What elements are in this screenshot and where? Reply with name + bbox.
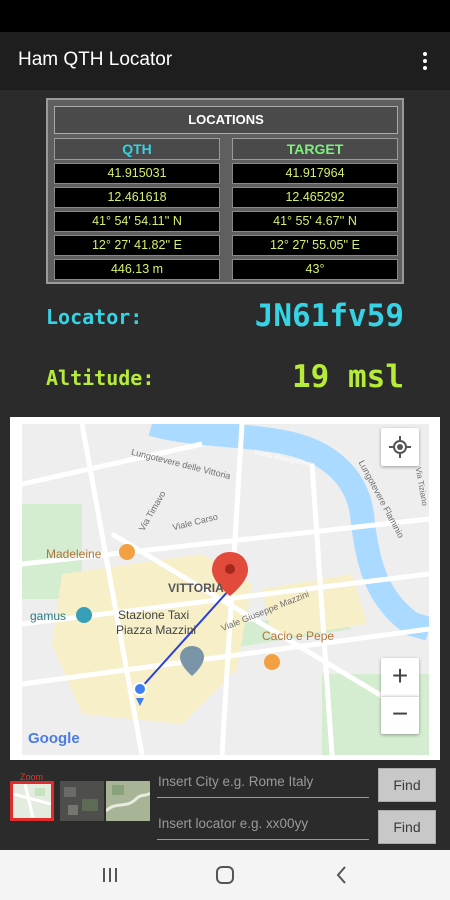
status-bar	[0, 0, 450, 32]
locations-title: LOCATIONS	[54, 106, 398, 134]
map-label-stazione-taxi: Stazione Taxi	[118, 608, 190, 622]
map-label-vittoria: VITTORIA	[168, 581, 224, 595]
qth-column: QTH 41.915031 12.461618 41° 54' 54.11'' …	[54, 138, 220, 280]
map-label-cacio-pepe: Cacio e Pepe	[262, 629, 335, 643]
locator-value: JN61fv59	[254, 298, 404, 334]
target-column: TARGET 41.917964 12.465292 41° 55' 4.67'…	[232, 138, 398, 280]
satellite-map-icon	[60, 781, 104, 821]
locator-label: Locator:	[46, 305, 143, 329]
map-type-terrain-thumbnail[interactable]	[104, 781, 152, 821]
find-locator-button[interactable]: Find	[378, 810, 436, 844]
my-location-icon	[389, 436, 411, 458]
my-location-button[interactable]	[381, 428, 419, 466]
google-logo: Google	[28, 730, 80, 747]
map-type-road-thumbnail[interactable]	[10, 781, 54, 821]
qth-latitude: 41.915031	[54, 163, 220, 184]
terrain-map-icon	[104, 781, 152, 821]
altitude-value: 19 msl	[292, 359, 404, 395]
qth-longitude: 12.461618	[54, 187, 220, 208]
zoom-in-button[interactable]: +	[381, 658, 419, 696]
app-bar: Ham QTH Locator	[0, 32, 450, 90]
map-label-madeleine: Madeleine	[46, 547, 102, 561]
qth-longitude-dms: 12° 27' 41.82'' E	[54, 235, 220, 256]
map-frame: Lungotevere delle Vittoria Lungotevere F…	[10, 417, 440, 760]
recent-apps-icon[interactable]	[96, 862, 124, 888]
altitude-label: Altitude:	[46, 366, 155, 390]
bottom-panel: Zoom Insert City e.g. Rome Italy Insert …	[0, 768, 450, 850]
app-title: Ham QTH Locator	[18, 49, 173, 70]
map-label-piazza-mazzini: Piazza Mazzini	[116, 623, 197, 637]
locations-table: LOCATIONS QTH 41.915031 12.461618 41° 54…	[46, 98, 404, 284]
main-content: LOCATIONS QTH 41.915031 12.461618 41° 54…	[0, 90, 450, 850]
target-latitude-dms: 41° 55' 4.67'' N	[232, 211, 398, 232]
target-latitude: 41.917964	[232, 163, 398, 184]
find-city-button[interactable]: Find	[378, 768, 436, 802]
map-view[interactable]: Lungotevere delle Vittoria Lungotevere F…	[22, 424, 429, 755]
more-vert-icon[interactable]	[410, 46, 440, 76]
zoom-out-button[interactable]: −	[381, 696, 419, 734]
qth-latitude-dms: 41° 54' 54.11'' N	[54, 211, 220, 232]
qth-distance: 446.13 m	[54, 259, 220, 280]
home-icon[interactable]	[211, 862, 239, 888]
target-bearing: 43°	[232, 259, 398, 280]
city-search-input[interactable]: Insert City e.g. Rome Italy	[157, 772, 369, 798]
target-header: TARGET	[232, 138, 398, 160]
system-nav-bar	[0, 850, 450, 900]
qth-header: QTH	[54, 138, 220, 160]
target-longitude-dms: 12° 27' 55.05'' E	[232, 235, 398, 256]
locator-search-input[interactable]: Insert locator e.g. xx00yy	[157, 814, 369, 840]
road-map-icon	[12, 783, 52, 819]
back-icon[interactable]	[328, 862, 356, 888]
map-label-gamus: gamus	[30, 609, 67, 623]
target-longitude: 12.465292	[232, 187, 398, 208]
map-type-satellite-thumbnail[interactable]	[60, 781, 104, 821]
